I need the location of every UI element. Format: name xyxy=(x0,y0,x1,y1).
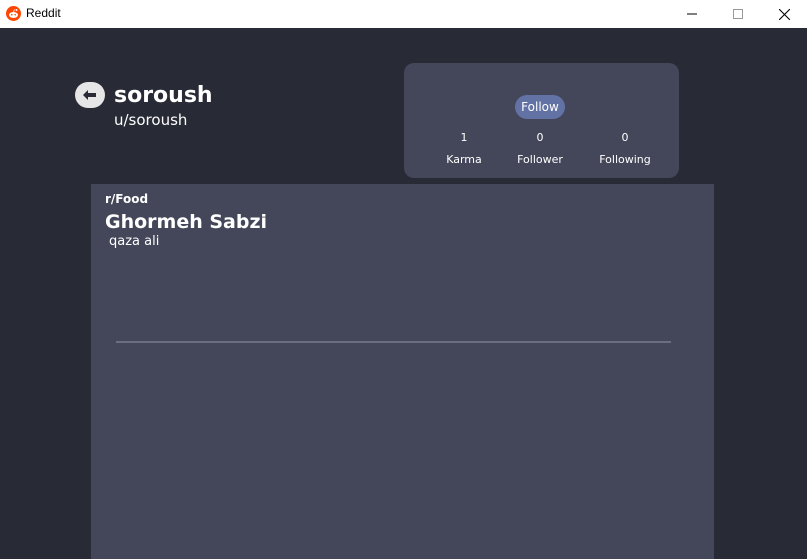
reddit-icon xyxy=(6,6,21,21)
arrow-left-icon xyxy=(83,90,96,100)
minimize-button[interactable] xyxy=(669,0,715,28)
close-icon xyxy=(778,8,790,20)
follower-value: 0 xyxy=(536,131,544,144)
karma-stat: 1 Karma xyxy=(424,131,504,167)
profile-handle: u/soroush xyxy=(114,111,188,129)
app-window: Reddit soroush u/soroush Follow 1 Karma … xyxy=(0,0,807,559)
following-stat[interactable]: 0 Following xyxy=(585,131,665,167)
post-divider xyxy=(116,341,671,343)
post-subreddit[interactable]: r/Food xyxy=(105,192,148,206)
post-card[interactable]: r/Food Ghormeh Sabzi qaza ali xyxy=(91,184,714,559)
follower-label: Follower xyxy=(517,153,563,166)
maximize-button[interactable] xyxy=(715,0,761,28)
following-label: Following xyxy=(599,153,651,166)
profile-stats-card: Follow 1 Karma 0 Follower 0 Following xyxy=(404,63,679,178)
close-button[interactable] xyxy=(761,0,807,28)
following-value: 0 xyxy=(621,131,629,144)
follower-stat[interactable]: 0 Follower xyxy=(500,131,580,167)
karma-value: 1 xyxy=(460,131,468,144)
karma-label: Karma xyxy=(446,153,482,166)
minimize-icon xyxy=(687,13,697,15)
back-button[interactable] xyxy=(75,82,105,108)
window-title: Reddit xyxy=(26,6,61,20)
follow-button[interactable]: Follow xyxy=(515,95,565,119)
title-bar: Reddit xyxy=(0,0,807,28)
profile-username: soroush xyxy=(114,83,213,108)
post-body: qaza ali xyxy=(109,234,160,249)
post-title[interactable]: Ghormeh Sabzi xyxy=(105,211,267,233)
maximize-icon xyxy=(733,9,743,19)
